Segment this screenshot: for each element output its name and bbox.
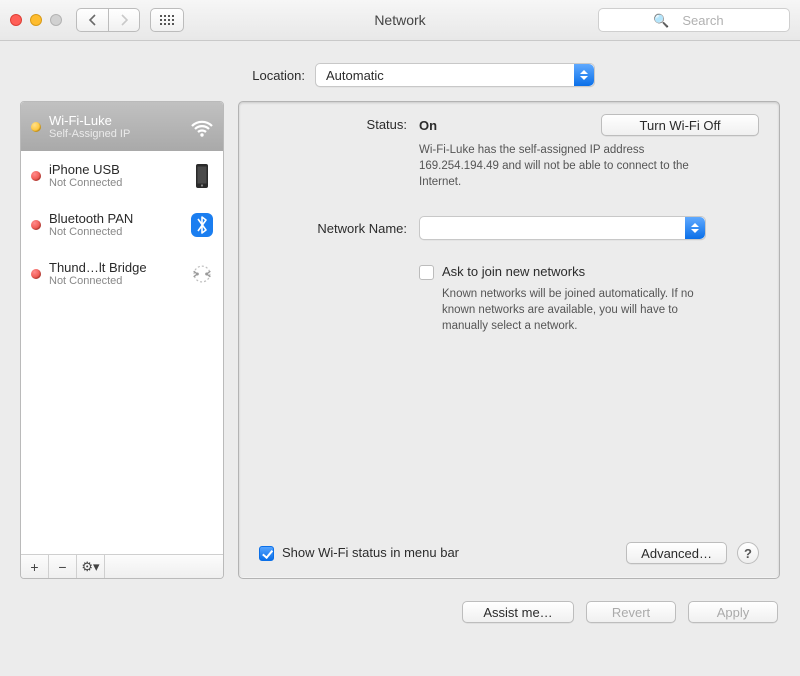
search-input[interactable]	[598, 8, 790, 32]
chevron-right-icon	[119, 14, 129, 26]
service-name: Bluetooth PAN	[49, 211, 181, 226]
select-stepper-icon	[574, 64, 594, 86]
status-value: On	[419, 118, 437, 133]
remove-service-button[interactable]: −	[49, 555, 77, 578]
detail-panel: Status: On Turn Wi-Fi Off Wi-Fi-Luke has…	[238, 101, 780, 579]
chevron-left-icon	[88, 14, 98, 26]
main-area: Wi-Fi-Luke Self-Assigned IP iPhone USB	[0, 101, 800, 591]
revert-button[interactable]: Revert	[586, 601, 676, 623]
service-status: Not Connected	[49, 226, 181, 238]
location-label: Location:	[205, 68, 305, 83]
service-item-wifi[interactable]: Wi-Fi-Luke Self-Assigned IP	[21, 102, 223, 151]
service-actions-menu[interactable]: ⚙︎▾	[77, 555, 105, 578]
service-status: Not Connected	[49, 275, 181, 287]
status-dot-icon	[31, 220, 41, 230]
wifi-icon	[189, 114, 215, 140]
back-button[interactable]	[76, 8, 108, 32]
grid-icon	[160, 15, 175, 26]
select-stepper-icon	[685, 217, 705, 239]
status-dot-icon	[31, 122, 41, 132]
window-controls	[10, 14, 62, 26]
ask-to-join-label: Ask to join new networks	[442, 264, 585, 279]
status-dot-icon	[31, 171, 41, 181]
ask-to-join-checkbox[interactable]	[419, 265, 434, 280]
service-name: Thund…lt Bridge	[49, 260, 181, 275]
phone-icon	[189, 163, 215, 189]
location-select[interactable]: Automatic	[315, 63, 595, 87]
nav-buttons	[76, 8, 140, 32]
bridge-icon	[189, 261, 215, 287]
status-label: Status:	[259, 114, 419, 132]
location-row: Location: Automatic	[0, 41, 800, 101]
show-all-prefs-button[interactable]	[150, 8, 184, 32]
service-status: Not Connected	[49, 177, 181, 189]
service-toolbar: + − ⚙︎▾	[21, 554, 223, 578]
bluetooth-icon	[189, 212, 215, 238]
service-item-iphone-usb[interactable]: iPhone USB Not Connected	[21, 151, 223, 200]
show-status-label: Show Wi-Fi status in menu bar	[282, 545, 459, 560]
footer-buttons: Assist me… Revert Apply	[0, 591, 800, 639]
show-status-checkbox[interactable]	[259, 546, 274, 561]
advanced-button[interactable]: Advanced…	[626, 542, 727, 564]
service-name: Wi-Fi-Luke	[49, 113, 181, 128]
status-description: Wi-Fi-Luke has the self-assigned IP addr…	[419, 142, 719, 190]
location-value: Automatic	[326, 68, 384, 83]
ask-to-join-description: Known networks will be joined automatica…	[419, 286, 719, 334]
status-dot-icon	[31, 269, 41, 279]
help-button[interactable]: ?	[737, 542, 759, 564]
close-window-button[interactable]	[10, 14, 22, 26]
service-item-thunderbolt-bridge[interactable]: Thund…lt Bridge Not Connected	[21, 249, 223, 298]
apply-button[interactable]: Apply	[688, 601, 778, 623]
service-sidebar: Wi-Fi-Luke Self-Assigned IP iPhone USB	[20, 101, 224, 579]
network-name-select[interactable]	[419, 216, 706, 240]
forward-button[interactable]	[108, 8, 140, 32]
zoom-window-button[interactable]	[50, 14, 62, 26]
service-status: Self-Assigned IP	[49, 128, 181, 140]
service-list: Wi-Fi-Luke Self-Assigned IP iPhone USB	[21, 102, 223, 554]
search-icon: 🔍	[653, 13, 669, 29]
titlebar: Network 🔍	[0, 0, 800, 41]
search-field-wrap: 🔍	[598, 8, 790, 32]
toggle-wifi-button[interactable]: Turn Wi-Fi Off	[601, 114, 759, 136]
assist-me-button[interactable]: Assist me…	[462, 601, 574, 623]
add-service-button[interactable]: +	[21, 555, 49, 578]
service-item-bluetooth-pan[interactable]: Bluetooth PAN Not Connected	[21, 200, 223, 249]
network-name-label: Network Name:	[259, 221, 419, 236]
minimize-window-button[interactable]	[30, 14, 42, 26]
service-name: iPhone USB	[49, 162, 181, 177]
